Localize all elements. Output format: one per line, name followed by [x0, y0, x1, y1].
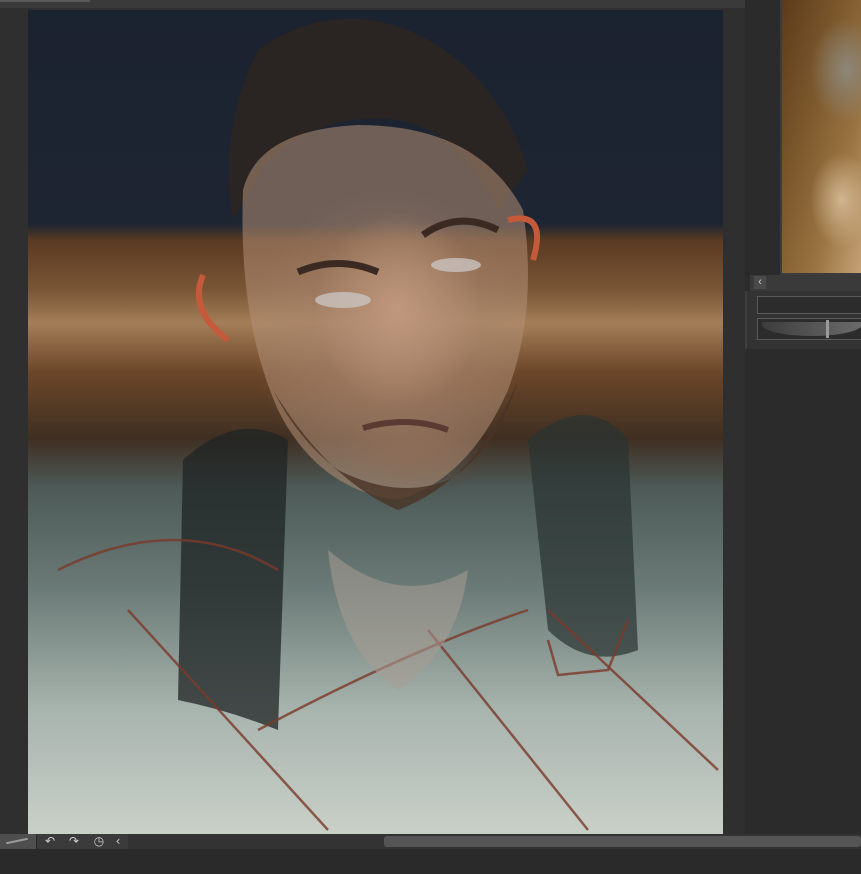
scrollbar-thumb[interactable]	[384, 836, 861, 847]
status-bar	[0, 849, 861, 874]
portrait-painting	[57, 18, 719, 831]
paint-app-window: ‹ ↶ ↷ ◷ ‹	[0, 0, 861, 874]
reference-controls	[745, 291, 861, 349]
slider-track	[762, 322, 861, 336]
redo-icon[interactable]: ↷	[66, 834, 82, 849]
reference-image-frame	[780, 0, 861, 275]
tool-tab-pencil[interactable]	[0, 834, 37, 849]
reference-nav-bar: ‹	[750, 275, 861, 292]
chevron-left-icon[interactable]: ‹	[754, 276, 766, 289]
reference-panel: ‹	[745, 0, 861, 874]
reference-input-field[interactable]	[757, 296, 861, 314]
chevron-left-icon[interactable]: ‹	[112, 834, 124, 849]
pencil-icon	[6, 837, 28, 845]
canvas-viewport[interactable]	[0, 8, 745, 834]
bottom-toolbar: ↶ ↷ ◷ ‹	[0, 834, 861, 849]
horizontal-scrollbar[interactable]	[128, 834, 861, 849]
reference-zoom-slider[interactable]	[757, 318, 861, 340]
top-tab-strip	[0, 0, 745, 8]
slider-handle[interactable]	[826, 320, 829, 338]
active-tab-indicator	[0, 0, 90, 2]
history-icon[interactable]: ◷	[91, 834, 107, 849]
painting-canvas[interactable]	[28, 10, 723, 834]
reference-image[interactable]	[782, 0, 861, 273]
undo-icon[interactable]: ↶	[42, 834, 58, 849]
